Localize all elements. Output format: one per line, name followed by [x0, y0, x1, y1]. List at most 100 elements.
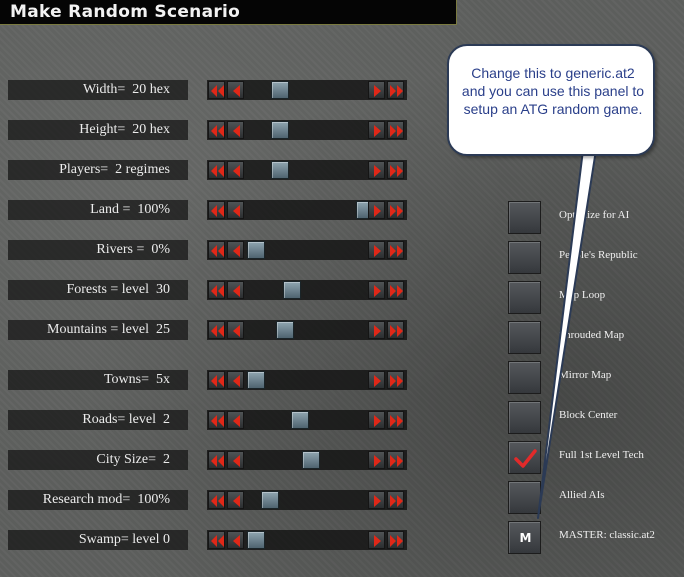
increase-button[interactable] — [368, 321, 385, 339]
slider-handle[interactable] — [291, 411, 309, 429]
increase-fast-button[interactable] — [387, 491, 404, 509]
option-checkbox[interactable] — [508, 321, 541, 354]
increase-fast-button[interactable] — [387, 371, 404, 389]
increase-fast-button[interactable] — [387, 121, 404, 139]
slider-label: City Size= 2 — [8, 450, 188, 470]
decrease-fast-button[interactable] — [208, 81, 225, 99]
slider-label: Research mod= 100% — [8, 490, 188, 510]
increase-button[interactable] — [368, 201, 385, 219]
decrease-button[interactable] — [227, 411, 244, 429]
slider-handle[interactable] — [247, 531, 265, 549]
slider-track[interactable] — [207, 450, 407, 470]
slider-track[interactable] — [207, 120, 407, 140]
slider-row: Height= 20 hex — [0, 120, 420, 140]
slider-track[interactable] — [207, 240, 407, 260]
option-checkbox[interactable] — [508, 361, 541, 394]
title-bar: Make Random Scenario — [0, 0, 457, 25]
option-checkbox[interactable] — [508, 241, 541, 274]
slider-track[interactable] — [207, 80, 407, 100]
decrease-button[interactable] — [227, 321, 244, 339]
decrease-fast-button[interactable] — [208, 411, 225, 429]
slider-handle[interactable] — [271, 81, 289, 99]
decrease-button[interactable] — [227, 161, 244, 179]
slider-row: City Size= 2 — [0, 450, 420, 470]
callout-bubble: Change this to generic.at2 and you can u… — [447, 44, 655, 156]
slider-track[interactable] — [207, 200, 407, 220]
decrease-button[interactable] — [227, 201, 244, 219]
slider-track[interactable] — [207, 410, 407, 430]
option-row: Full 1st Level Tech — [508, 441, 684, 475]
decrease-fast-button[interactable] — [208, 321, 225, 339]
decrease-button[interactable] — [227, 241, 244, 259]
increase-button[interactable] — [368, 371, 385, 389]
decrease-fast-button[interactable] — [208, 241, 225, 259]
slider-handle[interactable] — [276, 321, 294, 339]
increase-button[interactable] — [368, 81, 385, 99]
slider-track[interactable] — [207, 370, 407, 390]
slider-handle[interactable] — [261, 491, 279, 509]
increase-button[interactable] — [368, 451, 385, 469]
slider-handle[interactable] — [271, 161, 289, 179]
increase-fast-button[interactable] — [387, 161, 404, 179]
slider-row: Research mod= 100% — [0, 490, 420, 510]
decrease-fast-button[interactable] — [208, 281, 225, 299]
decrease-button[interactable] — [227, 491, 244, 509]
option-checkbox[interactable] — [508, 281, 541, 314]
increase-button[interactable] — [368, 531, 385, 549]
master-button-label: M — [519, 531, 532, 545]
increase-button[interactable] — [368, 411, 385, 429]
slider-label: Players= 2 regimes — [8, 160, 188, 180]
slider-handle[interactable] — [283, 281, 301, 299]
slider-handle[interactable] — [247, 371, 265, 389]
decrease-fast-button[interactable] — [208, 371, 225, 389]
slider-handle[interactable] — [271, 121, 289, 139]
option-checkbox[interactable] — [508, 441, 541, 474]
decrease-fast-button[interactable] — [208, 161, 225, 179]
slider-handle[interactable] — [247, 241, 265, 259]
slider-track[interactable] — [207, 280, 407, 300]
slider-row: Swamp= level 0 — [0, 530, 420, 550]
increase-button[interactable] — [368, 121, 385, 139]
slider-track[interactable] — [207, 490, 407, 510]
increase-fast-button[interactable] — [387, 81, 404, 99]
increase-fast-button[interactable] — [387, 201, 404, 219]
increase-button[interactable] — [368, 241, 385, 259]
decrease-button[interactable] — [227, 451, 244, 469]
slider-track[interactable] — [207, 160, 407, 180]
option-label: Block Center — [559, 409, 618, 421]
increase-fast-button[interactable] — [387, 321, 404, 339]
option-checkbox[interactable] — [508, 201, 541, 234]
decrease-button[interactable] — [227, 371, 244, 389]
decrease-button[interactable] — [227, 281, 244, 299]
option-checkbox[interactable] — [508, 481, 541, 514]
slider-track[interactable] — [207, 530, 407, 550]
increase-fast-button[interactable] — [387, 451, 404, 469]
slider-track[interactable] — [207, 320, 407, 340]
increase-fast-button[interactable] — [387, 281, 404, 299]
option-label: Shrouded Map — [559, 329, 625, 341]
increase-fast-button[interactable] — [387, 531, 404, 549]
decrease-button[interactable] — [227, 81, 244, 99]
option-label: People's Republic — [559, 249, 638, 261]
master-option: M MASTER: classic.at2 — [508, 521, 684, 555]
option-row: Map Loop — [508, 281, 684, 315]
increase-button[interactable] — [368, 491, 385, 509]
slider-handle[interactable] — [302, 451, 320, 469]
option-row: Block Center — [508, 401, 684, 435]
decrease-fast-button[interactable] — [208, 531, 225, 549]
slider-row: Width= 20 hex — [0, 80, 420, 100]
increase-button[interactable] — [368, 281, 385, 299]
option-checkbox[interactable] — [508, 401, 541, 434]
decrease-fast-button[interactable] — [208, 451, 225, 469]
increase-fast-button[interactable] — [387, 411, 404, 429]
master-button[interactable]: M — [508, 521, 541, 554]
decrease-fast-button[interactable] — [208, 121, 225, 139]
increase-button[interactable] — [368, 161, 385, 179]
option-label: Map Loop — [559, 289, 606, 301]
decrease-fast-button[interactable] — [208, 201, 225, 219]
slider-label: Land = 100% — [8, 200, 188, 220]
decrease-button[interactable] — [227, 531, 244, 549]
decrease-fast-button[interactable] — [208, 491, 225, 509]
increase-fast-button[interactable] — [387, 241, 404, 259]
decrease-button[interactable] — [227, 121, 244, 139]
